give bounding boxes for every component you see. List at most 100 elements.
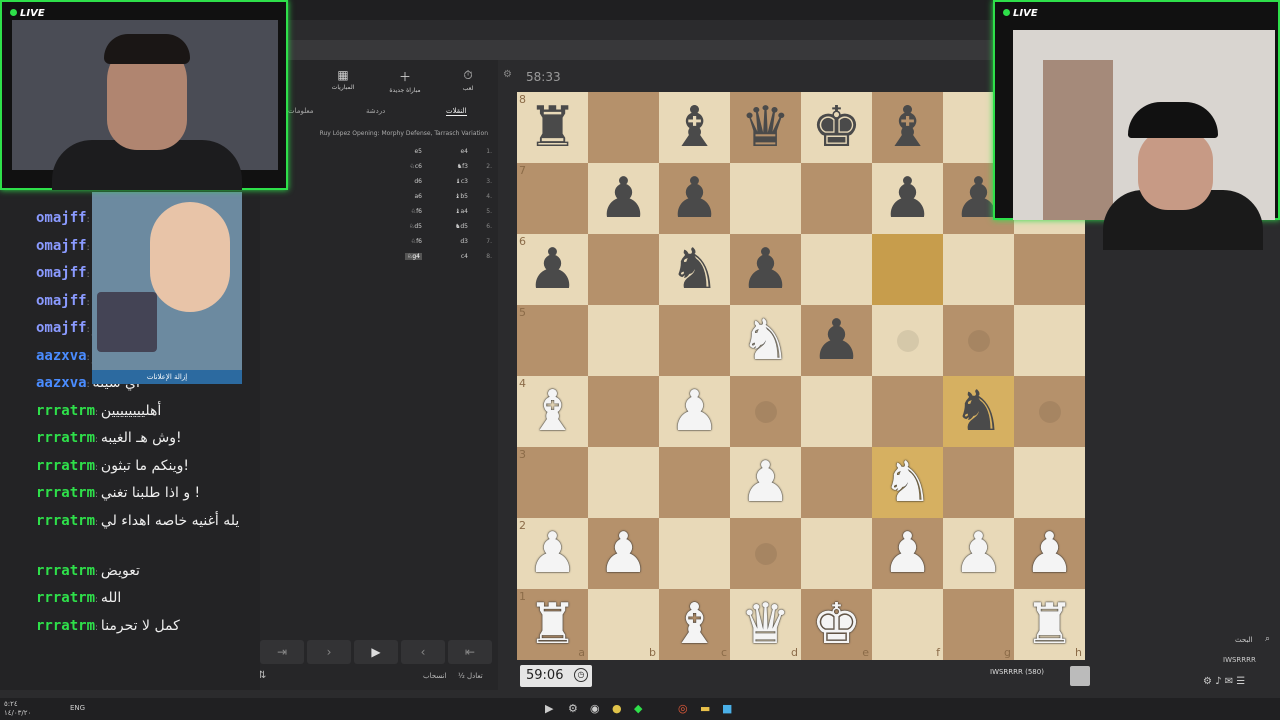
chat-username[interactable]: rrratrm [36,618,95,634]
board-square[interactable] [872,234,943,305]
tab-games[interactable]: ▦ المباريات [308,68,378,91]
black-knight-icon[interactable]: ♞ [669,241,719,298]
tab-play[interactable]: ⏱ لعب [433,68,503,92]
board-square[interactable] [730,518,801,589]
black-move[interactable]: a6 [415,193,423,200]
board-square[interactable]: ♟ [1014,518,1085,589]
chat-username[interactable]: omajff [36,320,87,336]
black-bishop-icon[interactable]: ♝ [882,99,932,156]
board-square[interactable]: ♝ c [659,589,730,660]
board-square[interactable] [872,376,943,447]
black-move[interactable]: ♘c6 [410,163,423,170]
black-king-icon[interactable]: ♚ [811,99,861,156]
search-label[interactable]: البحث [1235,636,1253,644]
white-move[interactable]: ♞d5 [455,223,468,230]
board-square[interactable]: ♜ h [1014,589,1085,660]
board-square[interactable]: ♞ [872,447,943,518]
chat-username[interactable]: omajff [36,238,87,254]
board-square[interactable]: ♟ 2 [517,518,588,589]
white-pawn-icon[interactable]: ♟ [527,525,577,582]
board-square[interactable] [659,305,730,376]
board-square[interactable]: ♝ 4 [517,376,588,447]
board-square[interactable] [588,305,659,376]
board-square[interactable] [801,447,872,518]
chrome-icon[interactable]: ◎ [678,702,688,715]
last-move-button[interactable]: ⇥ [260,640,304,664]
board-square[interactable] [730,163,801,234]
black-pawn-icon[interactable]: ♟ [811,312,861,369]
black-move[interactable]: ♘g4 [404,253,422,260]
board-square[interactable] [588,376,659,447]
board-square[interactable] [1014,447,1085,518]
subtab-moves[interactable]: النقلات [446,107,467,116]
black-move[interactable]: ♘f6 [411,208,422,215]
white-bishop-icon[interactable]: ♝ [669,596,719,653]
move-hint-dot[interactable] [1038,400,1061,423]
white-pawn-icon[interactable]: ♟ [740,454,790,511]
board-square[interactable]: ♟ [872,518,943,589]
board-square[interactable]: ♜ 1 a [517,589,588,660]
white-move[interactable]: ♝a4 [455,208,468,215]
black-pawn-icon[interactable]: ♟ [740,241,790,298]
white-move[interactable]: ♝c3 [456,178,469,185]
board-square[interactable]: ♜ 8 [517,92,588,163]
player-name[interactable]: IWSRRRR (580) [990,668,1044,676]
white-move[interactable]: d3 [460,238,468,245]
search-icon[interactable]: ⌕ [1265,634,1270,644]
first-move-button[interactable]: ⇤ [448,640,492,664]
black-pawn-icon[interactable]: ♟ [527,241,577,298]
board-square[interactable] [801,163,872,234]
chat-username[interactable]: omajff [36,265,87,281]
board-square[interactable] [1014,234,1085,305]
black-pawn-icon[interactable]: ♟ [882,170,932,227]
gear-icon[interactable]: ⚙ [503,69,512,80]
white-king-icon[interactable]: ♚ [811,596,861,653]
white-move[interactable]: ♞f3 [457,163,468,170]
taskbar-date[interactable]: ١٤/٠٣/٢٠ [4,709,31,717]
white-move[interactable]: e4 [460,148,468,155]
board-square[interactable]: ♟ [659,376,730,447]
nvidia-icon[interactable]: ◆ [634,702,642,715]
chat-username[interactable]: rrratrm [36,403,95,419]
black-queen-icon[interactable]: ♛ [740,99,790,156]
board-square[interactable]: ♞ [730,305,801,376]
resign-button[interactable]: انسحاب [423,672,446,680]
subtab-info[interactable]: معلومات [288,107,314,115]
chat-username[interactable]: omajff [36,210,87,226]
move-hint-dot[interactable] [967,329,990,352]
white-move[interactable]: ♝b5 [455,193,468,200]
user-label[interactable]: IWSRRRR [1223,656,1256,664]
board-square[interactable]: ♞ [943,376,1014,447]
gear-icon[interactable]: ⚙ ♪ ✉ ☰ [1203,676,1245,687]
board-square[interactable]: ♚ [801,92,872,163]
board-square[interactable] [801,234,872,305]
board-square[interactable]: ♟ [588,163,659,234]
media-player-icon[interactable]: ▶ [545,702,553,715]
draw-button[interactable]: ½ تعادل [458,672,483,680]
black-rook-icon[interactable]: ♜ [527,99,577,156]
chat-username[interactable]: aazxva [36,375,87,391]
white-pawn-icon[interactable]: ♟ [598,525,648,582]
white-pawn-icon[interactable]: ♟ [669,383,719,440]
chat-username[interactable]: rrratrm [36,513,95,529]
steam-icon[interactable]: ◉ [590,702,600,715]
board-square[interactable]: 3 [517,447,588,518]
board-square[interactable] [801,376,872,447]
tab-new-game[interactable]: ＋ مباراة جديدة [370,68,440,94]
board-square[interactable]: ♟ [730,234,801,305]
board-square[interactable] [943,447,1014,518]
chat-username[interactable]: rrratrm [36,563,95,579]
window-icon[interactable]: ■ [722,702,732,715]
move-hint-dot[interactable] [754,542,777,565]
remove-ads-button[interactable]: إزالة الإعلانات [92,370,242,384]
avatar[interactable] [1070,666,1090,686]
board-square[interactable] [801,518,872,589]
board-square[interactable]: ♚ e [801,589,872,660]
settings-icon[interactable]: ⚙ [568,702,578,715]
board-square[interactable] [588,92,659,163]
board-square[interactable] [659,518,730,589]
black-pawn-icon[interactable]: ♟ [669,170,719,227]
board-square[interactable] [730,376,801,447]
play-button[interactable]: ▶ [354,640,398,664]
board-square[interactable] [943,234,1014,305]
